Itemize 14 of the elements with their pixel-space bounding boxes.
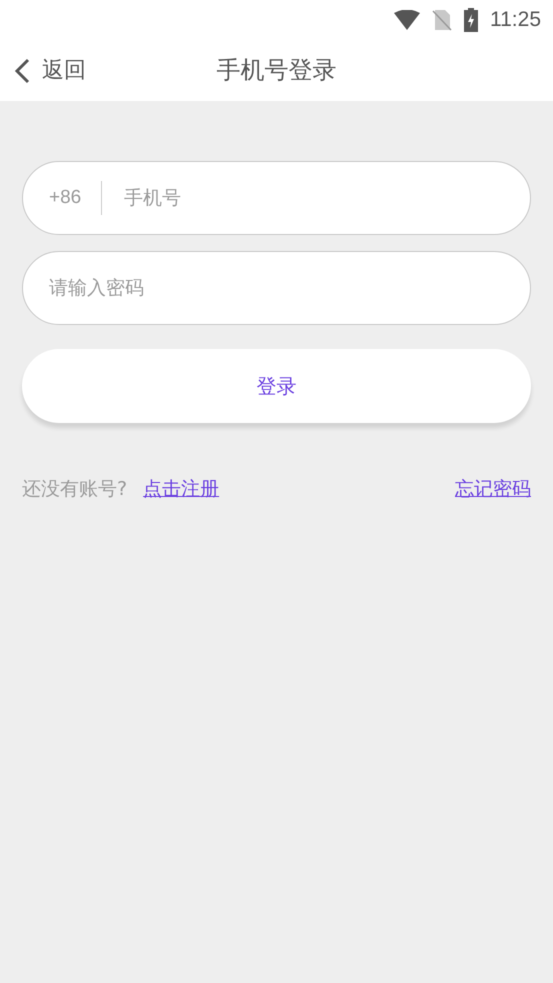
phone-input-field[interactable]: 手机号	[122, 182, 504, 214]
wifi-icon	[394, 10, 420, 30]
forgot-password-link[interactable]: 忘记密码	[455, 475, 531, 504]
battery-charging-icon	[464, 8, 478, 32]
clock-time: 11:25	[490, 7, 541, 34]
back-button[interactable]: 返回	[0, 40, 86, 101]
no-account-prompt: 还没有账号?	[22, 477, 128, 502]
password-input-field[interactable]: 请输入密码	[22, 251, 531, 325]
country-code: +86	[49, 186, 82, 210]
phone-field[interactable]: +86 手机号	[22, 161, 531, 235]
register-link[interactable]: 点击注册	[143, 475, 220, 504]
no-sim-icon	[432, 9, 452, 31]
login-button[interactable]: 登录	[22, 349, 531, 423]
page-title: 手机号登录	[216, 56, 336, 84]
